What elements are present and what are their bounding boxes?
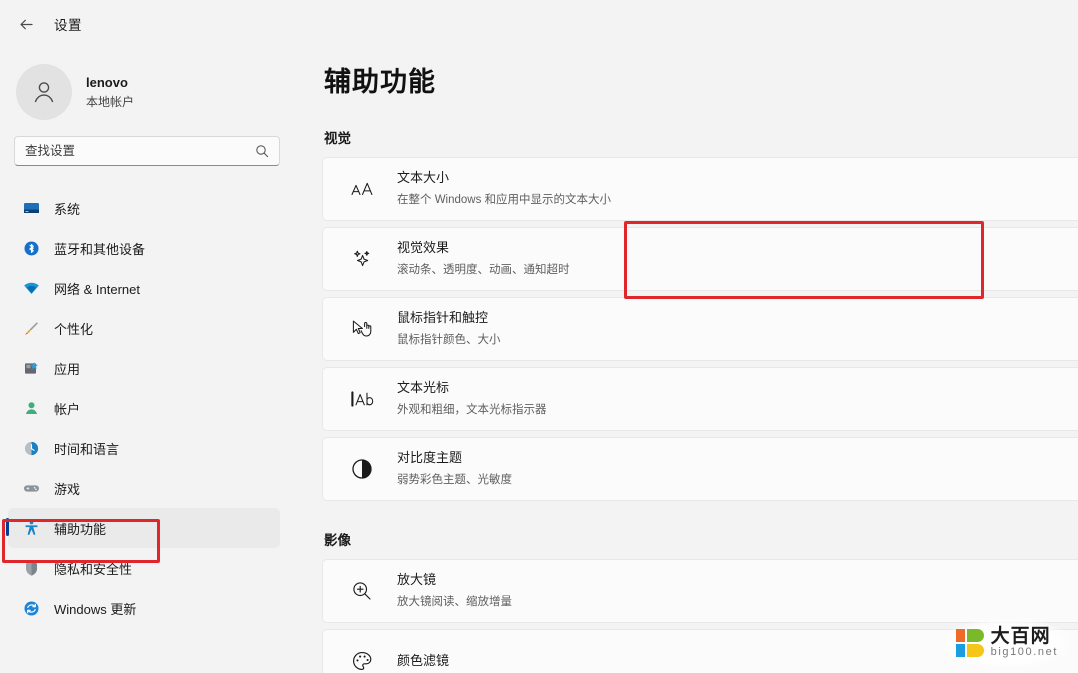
page-title: 辅助功能 [324,67,436,97]
system-monitor-icon [22,199,40,217]
shield-icon [22,559,40,577]
wifi-icon [22,279,40,297]
card-mouse-pointer-touch[interactable]: 鼠标指针和触控 鼠标指针颜色、大小 [322,297,1078,361]
card-visual-effects[interactable]: 视觉效果 滚动条、透明度、动画、通知超时 [322,227,1078,291]
card-text-size[interactable]: 文本大小 在整个 Windows 和应用中显示的文本大小 [322,157,1078,221]
card-subtitle: 在整个 Windows 和应用中显示的文本大小 [397,194,612,206]
settings-window: 设置 lenovo 本地帐户 查找设置 系统 蓝牙和其他设备 网络 & Inte… [0,0,1078,673]
contrast-circle-icon [349,458,375,480]
sidebar-item-network[interactable]: 网络 & Internet [8,268,280,308]
back-arrow-icon[interactable] [12,10,40,38]
search-container [0,122,302,166]
main-content: 辅助功能 视觉 文本大小 在整个 Windows 和应用中显示的文本大小 视觉效… [302,0,1078,673]
avatar [16,64,72,120]
mouse-pointer-touch-icon [349,318,375,340]
search-input[interactable] [25,144,255,158]
sidebar-item-personalization[interactable]: 个性化 [8,308,280,348]
sidebar-item-system[interactable]: 系统 [8,188,280,228]
search-box[interactable] [14,136,280,166]
sparkle-icon [349,248,375,270]
card-title: 文本大小 [397,170,450,186]
sidebar-item-gaming[interactable]: 游戏 [8,468,280,508]
sidebar-item-label: 个性化 [54,321,94,337]
sidebar-item-time-language[interactable]: 时间和语言 [8,428,280,468]
sidebar-item-label: 辅助功能 [54,521,107,537]
sidebar-item-label: 隐私和安全性 [54,561,133,577]
sidebar-item-accounts[interactable]: 帐户 [8,388,280,428]
windows-update-icon [22,599,40,617]
sidebar-item-privacy-security[interactable]: 隐私和安全性 [8,548,280,588]
card-title: 放大镜 [397,572,437,588]
sidebar-item-label: Windows 更新 [54,601,137,617]
accessibility-person-icon [22,519,40,537]
title-bar: 设置 [0,0,302,48]
sidebar-item-windows-update[interactable]: Windows 更新 [8,588,280,628]
app-title: 设置 [54,18,82,33]
card-magnifier[interactable]: 放大镜 放大镜阅读、缩放增量 [322,559,1078,623]
magnifier-plus-icon [349,580,375,602]
card-text-cursor[interactable]: 文本光标 外观和粗细，文本光标指示器 [322,367,1078,431]
card-subtitle: 滚动条、透明度、动画、通知超时 [397,264,570,276]
search-icon[interactable] [255,144,269,158]
sidebar-item-apps[interactable]: 应用 [8,348,280,388]
account-subtitle: 本地帐户 [86,94,135,109]
clock-icon [22,439,40,457]
watermark-logo-icon [955,628,984,657]
card-title: 颜色滤镜 [397,652,450,668]
sidebar-item-label: 蓝牙和其他设备 [54,241,146,257]
sidebar-item-label: 网络 & Internet [54,281,140,297]
card-title: 对比度主题 [397,450,463,466]
card-title: 鼠标指针和触控 [397,310,489,326]
sidebar-item-label: 应用 [54,361,81,377]
card-title: 视觉效果 [397,240,450,256]
gamepad-icon [22,479,40,497]
card-title: 文本光标 [397,380,450,396]
card-subtitle: 鼠标指针颜色、大小 [397,334,501,346]
paintbrush-icon [22,319,40,337]
account-person-icon [22,399,40,417]
text-size-aa-icon [349,179,375,199]
card-subtitle: 放大镜阅读、缩放增量 [397,596,512,608]
sidebar-item-bluetooth[interactable]: 蓝牙和其他设备 [8,228,280,268]
sidebar-item-label: 帐户 [54,401,81,417]
sidebar: 设置 lenovo 本地帐户 查找设置 系统 蓝牙和其他设备 网络 & Inte… [0,0,302,673]
sidebar-item-accessibility[interactable]: 辅助功能 [6,508,280,548]
account-name: lenovo [86,75,128,91]
section-heading-vision: 视觉 [324,131,351,146]
color-filter-palette-icon [349,650,375,672]
account-tile[interactable]: lenovo 本地帐户 [0,48,302,122]
sidebar-nav: 系统 蓝牙和其他设备 网络 & Internet 个性化 应用 帐户 时间和语言… [0,166,302,628]
bluetooth-icon [22,239,40,257]
card-subtitle: 外观和粗细，文本光标指示器 [397,404,547,416]
watermark-name-en: big100.net [990,646,1058,659]
text-cursor-ab-icon [349,389,375,409]
card-subtitle: 弱势彩色主题、光敏度 [397,474,512,486]
apps-grid-icon [22,359,40,377]
sidebar-item-label: 系统 [54,201,81,217]
sidebar-item-label: 时间和语言 [54,441,120,457]
watermark-name-cn: 大百网 [990,625,1051,647]
watermark: 大百网 big100.net [945,618,1068,667]
section-heading-imaging: 影像 [324,533,351,548]
sidebar-item-label: 游戏 [54,481,81,497]
card-contrast-themes[interactable]: 对比度主题 弱势彩色主题、光敏度 [322,437,1078,501]
